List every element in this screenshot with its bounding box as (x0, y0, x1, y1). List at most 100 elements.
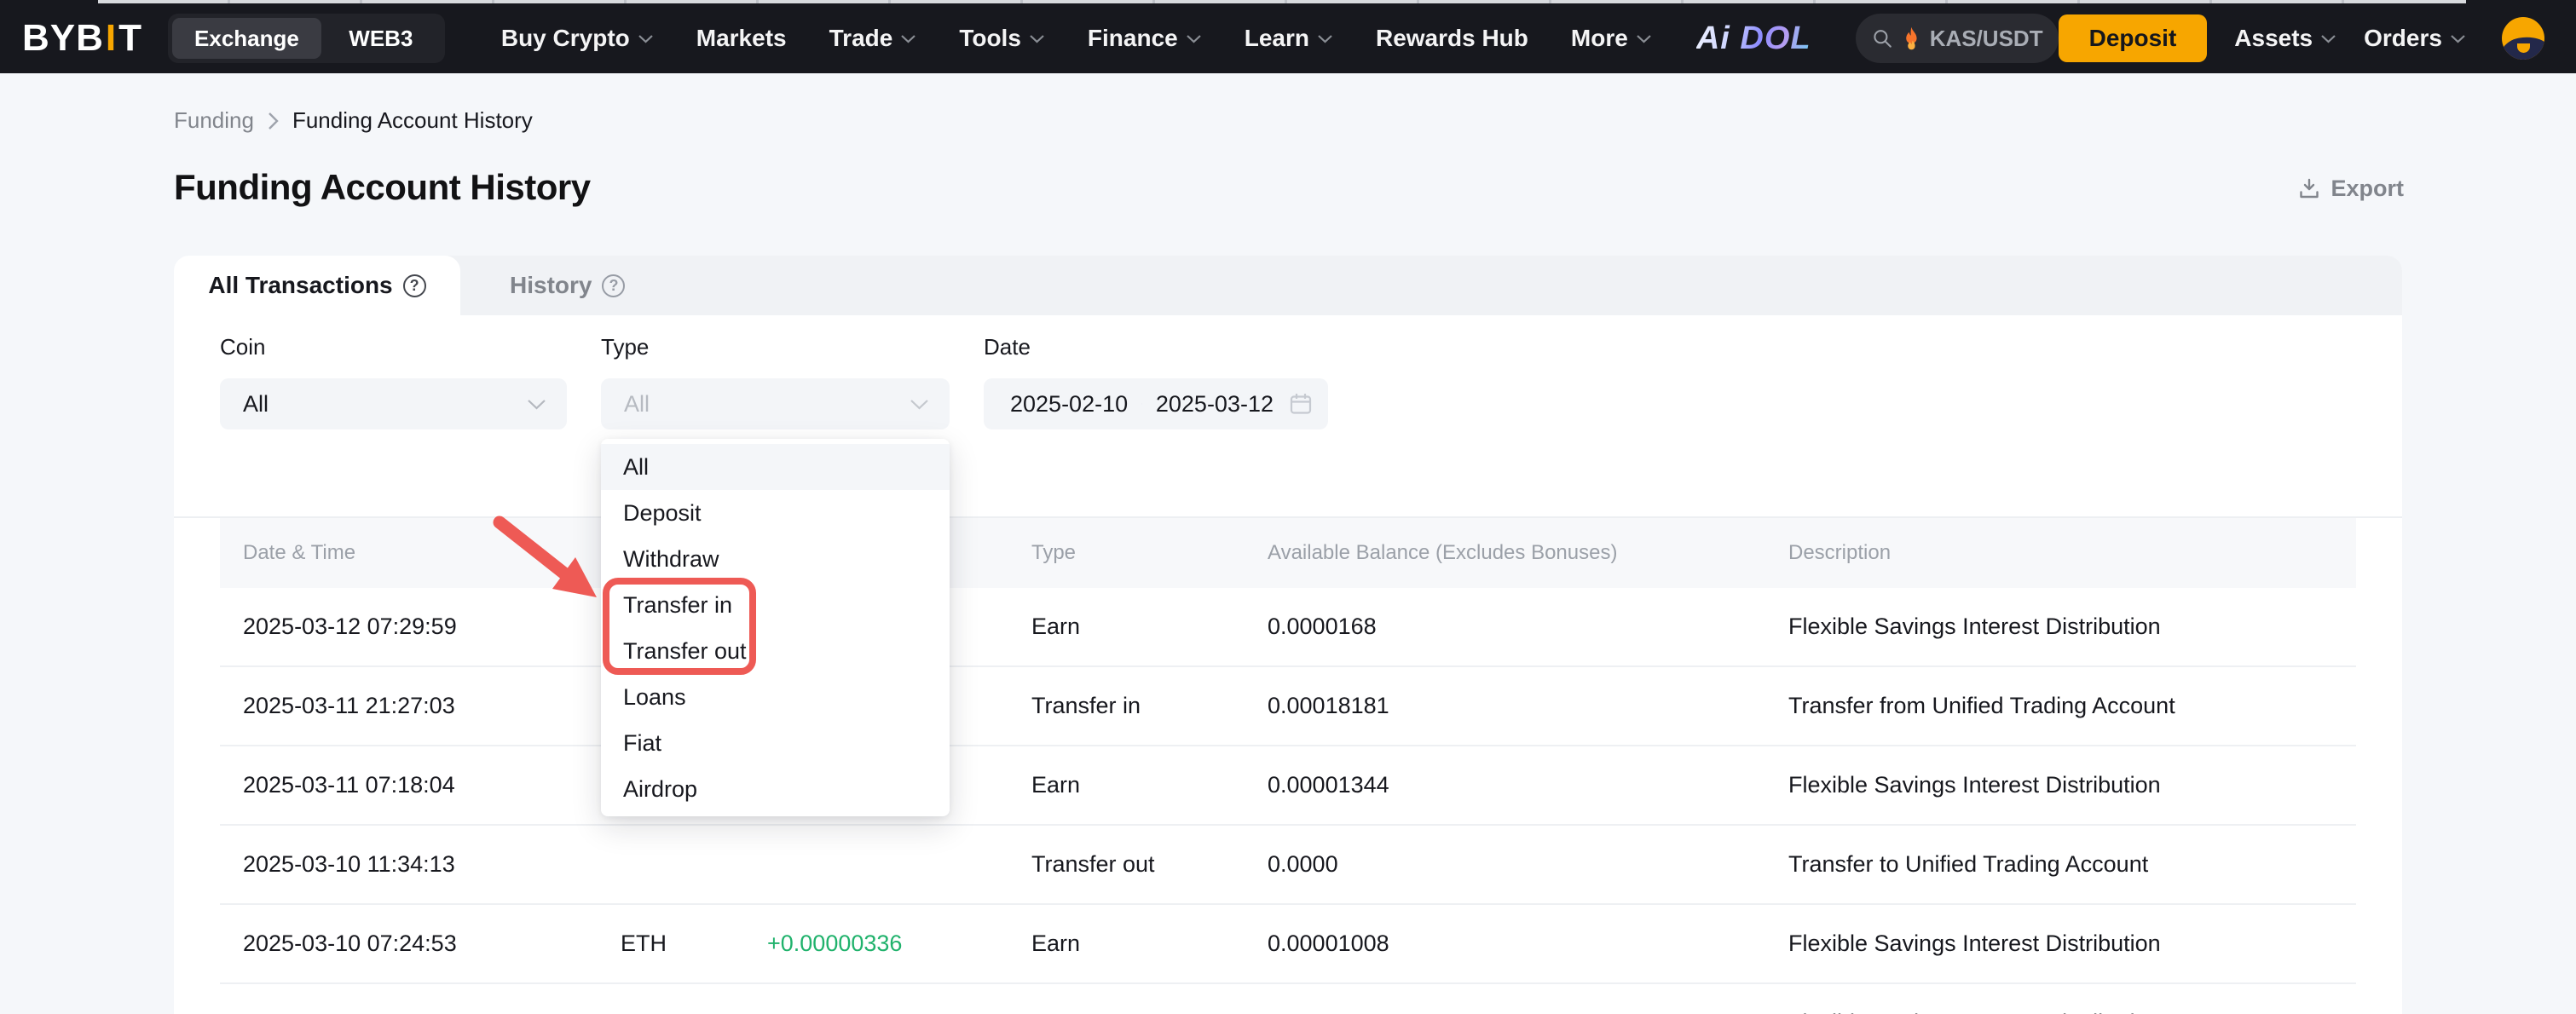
cell-datetime: 2025-03-10 11:34:13 (243, 851, 621, 878)
logo-text: BYB (22, 17, 104, 60)
search-hot-pair: KAS/USDT (1930, 26, 2043, 52)
table-row: 2025-03-10 11:34:13 Transfer out 0.0000 … (220, 826, 2356, 905)
date-range-picker[interactable]: 2025-02-10 2025-03-12 (984, 378, 1328, 429)
col-header-balance: Available Balance (Excludes Bonuses) (1268, 541, 1788, 565)
table-row: 2025-03-11 21:27:03 Transfer in 0.000181… (220, 667, 2356, 746)
chevron-down-icon (1029, 34, 1045, 43)
cell-coin: ETH (621, 930, 767, 957)
cell-type: Earn (1031, 930, 1268, 957)
nav-assets[interactable]: Assets (2234, 25, 2336, 52)
chevron-down-icon (1186, 34, 1202, 43)
toggle-web3[interactable]: WEB3 (321, 18, 441, 59)
top-navbar: BYBIT Exchange WEB3 Buy Crypto Markets T… (0, 0, 2576, 73)
chevron-down-icon (910, 399, 929, 410)
cell-datetime: 2025-03-11 07:18:04 (243, 772, 621, 798)
nav-markets[interactable]: Markets (696, 25, 787, 52)
breadcrumb: Funding Funding Account History (174, 107, 533, 134)
flame-icon (1902, 25, 1921, 52)
export-button[interactable]: Export (2296, 176, 2404, 202)
cell-type: Transfer out (1031, 851, 1268, 878)
dropdown-option-airdrop[interactable]: Airdrop (601, 766, 950, 812)
type-dropdown-menu: All Deposit Withdraw Transfer in Transfe… (601, 439, 950, 816)
cell-balance: 0.00018181 (1268, 693, 1788, 719)
cell-type: Earn (1031, 1010, 1268, 1014)
table-row: 2025-03-12 07:29:59 Earn 0.0000168 Flexi… (220, 588, 2356, 667)
type-select[interactable]: All (601, 378, 950, 429)
table-row: 2025-03-11 07:18:04 Earn 0.00001344 Flex… (220, 746, 2356, 826)
transactions-table: Date & Time Type Available Balance (Excl… (220, 518, 2356, 1014)
avatar[interactable] (2502, 17, 2544, 60)
export-icon (2296, 176, 2322, 202)
cell-description: Flexible Savings Interest Distribution (1788, 772, 2356, 798)
main-nav: Buy Crypto Markets Trade Tools Finance L… (501, 25, 1652, 52)
dropdown-option-transfer-in[interactable]: Transfer in (601, 582, 950, 628)
tab-history[interactable]: History ? (460, 256, 625, 315)
search-input[interactable]: KAS/USDT (1856, 14, 2059, 63)
cell-datetime: 2025-03-09 07:31:54 (243, 1010, 621, 1014)
tab-all-transactions[interactable]: All Transactions ? (174, 256, 460, 315)
coin-filter-group: Coin All (220, 334, 567, 516)
dropdown-option-deposit[interactable]: Deposit (601, 490, 950, 536)
cell-datetime: 2025-03-11 21:27:03 (243, 693, 621, 719)
aidol-logo[interactable]: Ai DOL (1696, 20, 1811, 57)
calendar-icon (1287, 390, 1314, 418)
date-filter-group: Date 2025-02-10 2025-03-12 (984, 334, 1328, 516)
arrow-right-icon (1141, 397, 1142, 411)
chevron-down-icon (1636, 34, 1652, 43)
nav-orders[interactable]: Orders (2364, 25, 2466, 52)
help-icon[interactable]: ? (403, 274, 426, 297)
date-filter-label: Date (984, 334, 1328, 360)
nav-more[interactable]: More (1571, 25, 1652, 52)
browser-tab-strip (98, 0, 2466, 3)
coin-select[interactable]: All (220, 378, 567, 429)
date-to: 2025-03-12 (1156, 391, 1274, 418)
chevron-down-icon (900, 34, 916, 43)
cell-type: Earn (1031, 772, 1268, 798)
type-filter-label: Type (601, 334, 950, 360)
cell-balance: 0.00001344 (1268, 772, 1788, 798)
cell-description: Transfer from Unified Trading Account (1788, 693, 2356, 719)
dropdown-option-fiat[interactable]: Fiat (601, 720, 950, 766)
cell-type: Transfer in (1031, 693, 1268, 719)
table-row: 2025-03-10 07:24:53 ETH +0.00000336 Earn… (220, 905, 2356, 984)
chevron-down-icon (2450, 34, 2466, 43)
cell-datetime: 2025-03-12 07:29:59 (243, 614, 621, 640)
dropdown-option-all[interactable]: All (601, 444, 950, 490)
cell-balance: 0.0000168 (1268, 614, 1788, 640)
nav-learn[interactable]: Learn (1245, 25, 1333, 52)
dropdown-option-transfer-out[interactable]: Transfer out (601, 628, 950, 674)
nav-buy-crypto[interactable]: Buy Crypto (501, 25, 654, 52)
bybit-funding-history-screen: BYBIT Exchange WEB3 Buy Crypto Markets T… (0, 0, 2576, 1014)
nav-rewards-hub[interactable]: Rewards Hub (1376, 25, 1528, 52)
chevron-down-icon (638, 34, 654, 43)
cell-description: Flexible Savings Interest Distribution (1788, 1010, 2356, 1014)
exchange-web3-toggle: Exchange WEB3 (168, 14, 445, 63)
navbar-icons (2502, 17, 2576, 60)
col-header-type: Type (1031, 541, 1268, 565)
cell-balance: 0.00000672 (1268, 1010, 1788, 1014)
nav-trade[interactable]: Trade (829, 25, 917, 52)
table-row: 2025-03-09 07:31:54 ETH +0.00000336 Earn… (220, 984, 2356, 1014)
nav-tools[interactable]: Tools (959, 25, 1045, 52)
nav-finance[interactable]: Finance (1088, 25, 1202, 52)
dropdown-option-loans[interactable]: Loans (601, 674, 950, 720)
logo-accent: I (104, 17, 118, 60)
table-header-row: Date & Time Type Available Balance (Excl… (220, 518, 2356, 588)
cell-balance: 0.0000 (1268, 851, 1788, 878)
chevron-right-icon (268, 112, 279, 130)
cell-type: Earn (1031, 614, 1268, 640)
bybit-logo[interactable]: BYBIT (22, 17, 142, 60)
cell-amount: +0.00000336 (767, 930, 1031, 957)
funding-history-card: All Transactions ? History ? Coin All Ty… (174, 256, 2402, 1014)
col-header-description: Description (1788, 541, 2356, 565)
filters-row: Coin All Type All Date 2025-02-10 2025 (174, 315, 2402, 518)
search-icon (1871, 26, 1893, 51)
breadcrumb-funding-link[interactable]: Funding (174, 107, 254, 134)
dropdown-option-withdraw[interactable]: Withdraw (601, 536, 950, 582)
deposit-button[interactable]: Deposit (2059, 14, 2208, 62)
cell-coin: ETH (621, 1010, 767, 1014)
col-header-datetime: Date & Time (243, 541, 621, 565)
help-icon[interactable]: ? (602, 274, 625, 297)
tab-bar: All Transactions ? History ? (174, 256, 2402, 315)
toggle-exchange[interactable]: Exchange (172, 18, 321, 59)
